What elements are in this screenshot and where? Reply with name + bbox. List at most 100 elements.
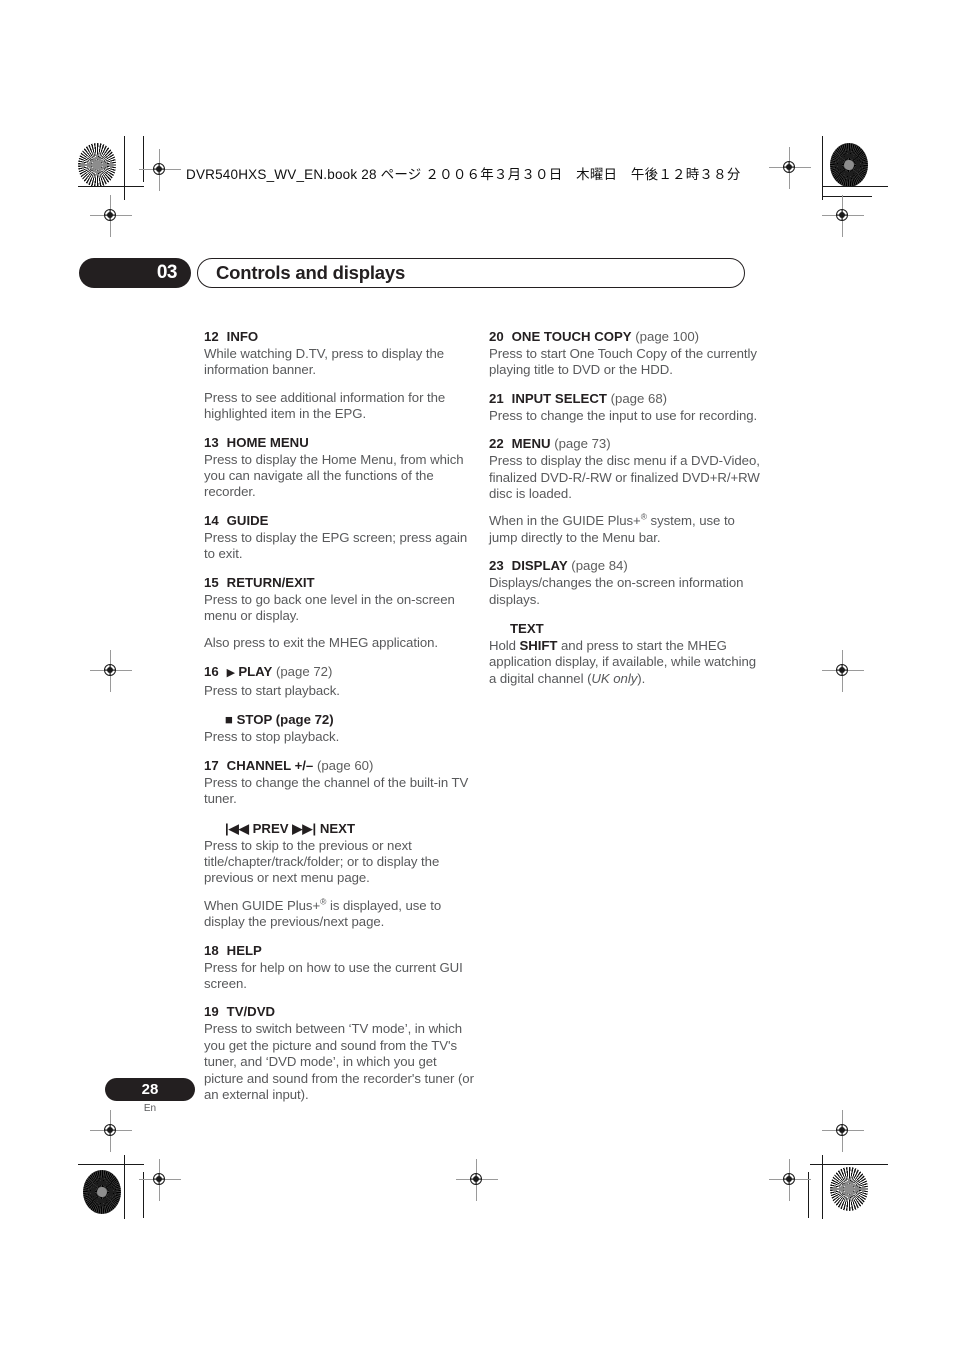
reference-subentry-text: Press to skip to the previous or next ti…	[204, 837, 440, 886]
item-label: |◀◀ PREV ▶▶| NEXT	[225, 820, 356, 836]
item-label: PLAY	[238, 663, 273, 679]
item-number: 23	[489, 558, 504, 574]
registration-mark-top-left	[139, 149, 181, 191]
reference-entry-text: Press to display the EPG screen; press a…	[204, 529, 468, 562]
reference-entry-heading: 12 INFO	[204, 328, 478, 345]
page-reference: (page 73)	[554, 436, 611, 452]
reference-subentry-heading: |◀◀ PREV ▶▶| NEXT	[225, 820, 478, 837]
reference-entry-heading: 13 HOME MENU	[204, 434, 478, 451]
print-star-target-top-left	[78, 143, 116, 187]
reference-entry-heading: 16 ▶ PLAY (page 72)	[204, 663, 478, 682]
reference-entry-text: Press to see additional information for …	[204, 389, 446, 422]
right-column: 20 ONE TOUCH COPY (page 100) Press to sta…	[489, 328, 763, 698]
item-label: TV/DVD	[226, 1004, 276, 1020]
trim-mark-top-right-inner-horizontal	[822, 196, 872, 198]
print-star-target-bottom-right	[830, 1167, 868, 1211]
reference-entry: 12 INFO While watching D.TV, press to dis…	[204, 328, 478, 423]
item-label: INFO	[226, 329, 259, 344]
reference-entry-heading: 20 ONE TOUCH COPY (page 100)	[489, 328, 763, 345]
item-number: 12	[204, 329, 219, 344]
item-number: 13	[204, 434, 219, 450]
reference-entry-text: Press to change the input to use for rec…	[489, 407, 758, 423]
reference-entry: 22 MENU (page 73) Press to display the di…	[489, 435, 763, 546]
reference-entry: 19 TV/DVD Press to switch between ‘TV mod…	[204, 1003, 478, 1103]
registration-mark-lower-left-edge	[90, 1110, 132, 1152]
registration-mark-mid-left-edge	[90, 650, 132, 692]
item-number: 16	[204, 663, 219, 679]
reference-subentry-heading: ■ STOP (page 72)	[225, 711, 478, 728]
chapter-header: 03 Controls and displays	[79, 258, 745, 288]
reference-entry: 17 CHANNEL +/– (page 60) Press to change …	[204, 757, 478, 931]
page-reference: (page 68)	[610, 390, 668, 406]
reference-entry: 23 DISPLAY (page 84) Displays/changes the…	[489, 557, 763, 687]
trim-mark-bottom-left-vertical	[124, 1155, 126, 1219]
page-reference: (page 100)	[635, 329, 700, 344]
reference-entry-heading: 21 INPUT SELECT (page 68)	[489, 390, 763, 407]
page-reference: (page 60)	[316, 757, 374, 773]
reference-entry-heading: 19 TV/DVD	[204, 1003, 478, 1020]
registration-mark-upper-left-edge	[90, 195, 132, 237]
item-label: STOP	[236, 712, 273, 728]
reference-entry-text: Press to change the channel of the built…	[204, 774, 469, 807]
item-number: 17	[204, 757, 219, 773]
reference-entry-text: Press for help on how to use the current…	[204, 959, 463, 991]
reference-subentry-text: Press to stop playback.	[204, 729, 340, 745]
reference-entry-heading: 15 RETURN/EXIT	[204, 574, 478, 591]
registered-trademark-symbol: ®	[640, 512, 647, 523]
item-number: 14	[204, 512, 219, 528]
page-reference: (page 72)	[275, 663, 333, 679]
item-label: ONE TOUCH COPY	[511, 329, 632, 344]
reference-entry: 21 INPUT SELECT (page 68) Press to change…	[489, 390, 763, 424]
reference-entry-text: When in the GUIDE Plus+® system, use to …	[489, 512, 735, 545]
registration-mark-bottom-right	[769, 1159, 811, 1201]
registration-mark-bottom-center	[456, 1159, 498, 1201]
reference-entry-text: Press to go back one level in the on-scr…	[204, 591, 455, 624]
trim-mark-top-left-vertical	[124, 136, 126, 200]
trim-mark-top-right-horizontal	[822, 186, 888, 188]
item-number: 18	[204, 942, 219, 958]
item-number: 20	[489, 329, 504, 344]
page-reference: (page 72)	[275, 712, 334, 728]
reference-entry: 15 RETURN/EXIT Press to go back one level…	[204, 574, 478, 652]
reference-entry: 16 ▶ PLAY (page 72) Press to start playba…	[204, 663, 478, 746]
reference-entry-text: While watching D.TV, press to display th…	[204, 346, 445, 378]
trim-mark-bottom-right-inner-vertical	[808, 1172, 810, 1218]
reference-entry-text: Press to start playback.	[204, 682, 340, 698]
item-label: RETURN/EXIT	[226, 574, 315, 590]
trim-mark-top-right-vertical	[822, 136, 824, 200]
reference-entry: 13 HOME MENU Press to display the Home Me…	[204, 434, 478, 501]
trim-mark-bottom-right-horizontal	[810, 1164, 888, 1166]
chapter-title: Controls and displays	[197, 258, 745, 288]
reference-entry-text: Press to start One Touch Copy of the cur…	[489, 346, 757, 378]
reference-entry-heading: 17 CHANNEL +/– (page 60)	[204, 757, 478, 774]
reference-entry: 14 GUIDE Press to display the EPG screen;…	[204, 512, 478, 563]
item-number: 22	[489, 436, 504, 452]
transport-glyph-icon: ■	[225, 712, 233, 728]
item-label: GUIDE	[226, 512, 269, 528]
reference-subentry-text: When GUIDE Plus+® is displayed, use to d…	[204, 896, 442, 930]
trim-mark-bottom-right-vertical	[822, 1155, 824, 1219]
registered-trademark-symbol: ®	[320, 896, 327, 907]
registration-mark-top-right	[769, 147, 811, 189]
item-label: HOME MENU	[226, 434, 309, 450]
reference-subentry-heading: TEXT	[510, 620, 763, 637]
print-star-target-top-right	[830, 143, 868, 187]
reference-entry: 20 ONE TOUCH COPY (page 100) Press to sta…	[489, 328, 763, 379]
book-file-header: DVR540HXS_WV_EN.book 28 ページ ２００６年３月３０日 木…	[186, 167, 741, 182]
reference-entry-text: Displays/changes the on-screen informati…	[489, 575, 744, 607]
item-label: DISPLAY	[511, 558, 568, 574]
item-number: 19	[204, 1004, 219, 1020]
reference-entry-text: Press to switch between ‘TV mode’, in wh…	[204, 1021, 474, 1102]
registration-mark-bottom-left	[139, 1159, 181, 1201]
trim-mark-top-left-inner-vertical	[143, 136, 145, 182]
item-label: HELP	[226, 942, 262, 958]
reference-subentry-text: Hold SHIFT and press to start the MHEG a…	[489, 638, 757, 686]
trim-mark-bottom-left-inner-vertical	[143, 1172, 145, 1218]
print-star-target-bottom-left	[83, 1170, 121, 1214]
item-number: 15	[204, 574, 219, 590]
reference-entry-text: Press to display the disc menu if a DVD-…	[489, 453, 760, 502]
reference-entry: 18 HELP Press for help on how to use the …	[204, 942, 478, 993]
trim-mark-top-left-horizontal	[78, 186, 144, 188]
chapter-number-badge: 03	[79, 258, 191, 288]
registration-mark-upper-right-edge	[822, 195, 864, 237]
